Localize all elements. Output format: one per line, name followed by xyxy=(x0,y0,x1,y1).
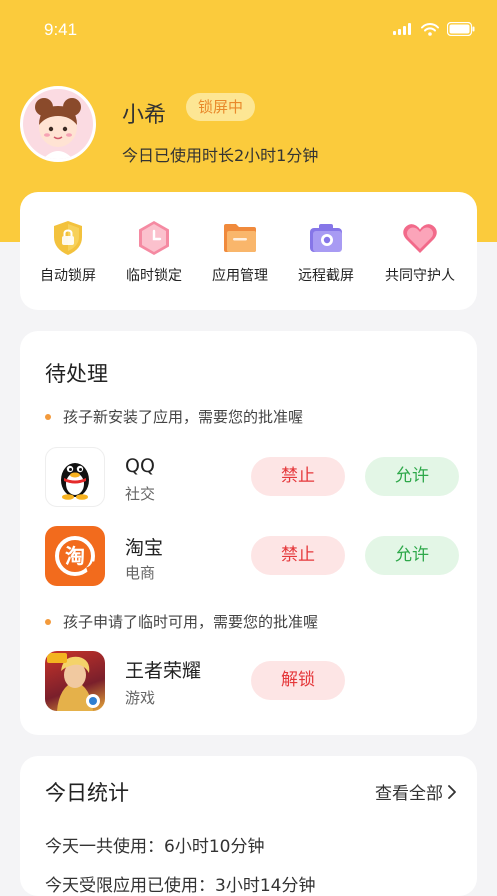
stat-total-usage: 今天一共使用：6小时10分钟 xyxy=(45,837,265,857)
usage-today-text: 今日已使用时长2小时1分钟 xyxy=(122,146,319,165)
folder-icon xyxy=(224,224,256,252)
status-time: 9:41 xyxy=(44,20,78,39)
quick-action-auto-lock[interactable]: 自动锁屏 xyxy=(23,218,113,285)
child-avatar-icon xyxy=(23,89,93,159)
allow-button-qq[interactable]: 允许 xyxy=(365,457,459,496)
taobao-icon-text: 淘 xyxy=(65,544,85,568)
notice-dot xyxy=(45,413,51,420)
taobao-app-icon: 淘 xyxy=(45,526,105,586)
pending-card: 待处理 孩子新安装了应用，需要您的批准喔 QQ 社交 禁止 允许 淘 淘宝 电商… xyxy=(20,331,477,735)
app-category-qq: 社交 xyxy=(125,485,156,503)
quick-action-label: 临时锁定 xyxy=(126,268,182,284)
stats-card: 今日统计 查看全部 今天一共使用：6小时10分钟 今天受限应用已使用：3小时14… xyxy=(20,756,477,896)
stats-title: 今日统计 xyxy=(45,781,129,805)
app-category-honor-of-kings: 游戏 xyxy=(125,689,156,707)
honor-of-kings-app-icon xyxy=(45,651,105,711)
status-icons xyxy=(393,22,475,36)
unlock-button[interactable]: 解锁 xyxy=(251,661,345,700)
quick-action-label: 应用管理 xyxy=(212,268,268,284)
wifi-icon xyxy=(421,22,439,36)
view-all-label: 查看全部 xyxy=(375,784,443,804)
chevron-right-icon xyxy=(448,784,456,799)
qq-app-icon xyxy=(45,447,105,507)
game-hero-icon xyxy=(47,653,100,711)
status-bar: 9:41 xyxy=(0,0,497,60)
stat-restricted-usage: 今天受限应用已使用：3小时14分钟 xyxy=(45,876,316,896)
quick-actions-card: 自动锁屏 临时锁定 应用管理 远程截屏 共同守护人 xyxy=(20,192,477,310)
camera-icon xyxy=(310,224,342,252)
battery-icon xyxy=(447,22,475,36)
notice-text: 孩子申请了临时可用，需要您的批准喔 xyxy=(63,613,319,631)
view-all-link[interactable]: 查看全部 xyxy=(375,779,457,804)
quick-action-app-management[interactable]: 应用管理 xyxy=(195,218,285,285)
notice-new-install: 孩子新安装了应用，需要您的批准喔 xyxy=(45,406,303,427)
clock-hexagon-icon xyxy=(139,221,169,255)
app-name-qq: QQ xyxy=(125,455,155,477)
app-name-honor-of-kings: 王者荣耀 xyxy=(125,660,202,682)
quick-action-label: 共同守护人 xyxy=(385,268,455,284)
notice-dot xyxy=(45,618,51,625)
notice-temp-request: 孩子申请了临时可用，需要您的批准喔 xyxy=(45,611,318,632)
lock-status-badge: 锁屏中 xyxy=(186,93,256,121)
heart-icon xyxy=(403,224,437,253)
quick-action-temp-lock[interactable]: 临时锁定 xyxy=(109,218,199,285)
child-name: 小希 xyxy=(122,103,167,128)
quick-action-remote-screenshot[interactable]: 远程截屏 xyxy=(281,218,371,285)
quick-action-co-guardian[interactable]: 共同守护人 xyxy=(375,218,465,285)
quick-action-label: 自动锁屏 xyxy=(40,268,96,284)
avatar[interactable] xyxy=(20,86,96,162)
app-category-taobao: 电商 xyxy=(125,564,156,582)
notice-text: 孩子新安装了应用，需要您的批准喔 xyxy=(63,408,304,426)
app-name-taobao: 淘宝 xyxy=(125,537,164,559)
signal-icon xyxy=(393,23,411,35)
shield-lock-icon xyxy=(54,221,82,255)
quick-action-label: 远程截屏 xyxy=(298,268,354,284)
allow-button-taobao[interactable]: 允许 xyxy=(365,536,459,575)
pending-title: 待处理 xyxy=(45,362,108,386)
deny-button-qq[interactable]: 禁止 xyxy=(251,457,345,496)
qq-penguin-icon xyxy=(61,463,89,500)
deny-button-taobao[interactable]: 禁止 xyxy=(251,536,345,575)
